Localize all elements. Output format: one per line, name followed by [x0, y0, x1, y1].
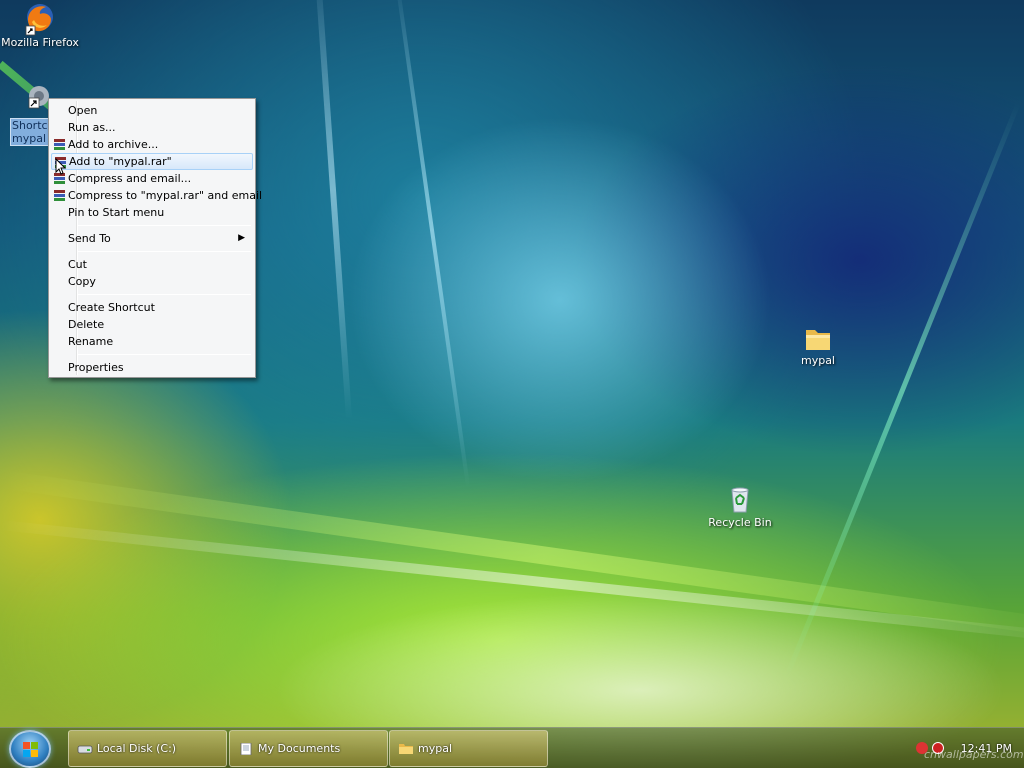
- mouse-cursor-icon: [55, 158, 67, 175]
- firefox-icon: [25, 4, 53, 36]
- menu-separator: [78, 294, 251, 295]
- wallpaper-streak: [313, 0, 353, 420]
- desktop-icon-label: Recycle Bin: [708, 516, 772, 529]
- menu-item-add-to-mypal-rar[interactable]: Add to "mypal.rar": [51, 153, 253, 170]
- menu-item-cut[interactable]: Cut: [51, 256, 253, 273]
- menu-item-label: Open: [68, 104, 98, 117]
- menu-item-add-to-archive[interactable]: Add to archive...: [51, 136, 253, 153]
- menu-item-rename[interactable]: Rename: [51, 333, 253, 350]
- taskbar-button-label: Local Disk (C:): [97, 742, 177, 755]
- menu-item-copy[interactable]: Copy: [51, 273, 253, 290]
- menu-item-label: Add to "mypal.rar": [69, 155, 172, 168]
- menu-item-label: Cut: [68, 258, 87, 271]
- start-button[interactable]: [9, 730, 51, 768]
- menu-separator: [78, 251, 251, 252]
- menu-item-delete[interactable]: Delete: [51, 316, 253, 333]
- menu-item-open[interactable]: Open: [51, 102, 253, 119]
- winrar-icon: [54, 139, 65, 150]
- drive-icon: [77, 745, 93, 754]
- taskbar-button-local-disk[interactable]: Local Disk (C:): [68, 730, 227, 767]
- menu-item-create-shortcut[interactable]: Create Shortcut: [51, 299, 253, 316]
- recycle-bin-icon: [731, 487, 749, 513]
- menu-item-send-to[interactable]: Send To ▶: [51, 230, 253, 247]
- wallpaper-streak: [393, 0, 471, 488]
- documents-icon: [240, 743, 252, 755]
- menu-item-pin-to-start-menu[interactable]: Pin to Start menu: [51, 204, 253, 221]
- menu-item-compress-and-email[interactable]: Compress and email...: [51, 170, 253, 187]
- taskbar: Local Disk (C:) My Documents mypal 12:41…: [0, 727, 1024, 768]
- menu-item-properties[interactable]: Properties: [51, 359, 253, 376]
- menu-item-label: Compress to "mypal.rar" and email: [68, 189, 263, 202]
- menu-item-label: Run as...: [68, 121, 116, 134]
- taskbar-button-my-documents[interactable]: My Documents: [229, 730, 388, 767]
- wallpaper-streak: [784, 101, 1021, 679]
- menu-item-label: Pin to Start menu: [68, 206, 165, 219]
- watermark: cnwallpapers.com: [924, 748, 1024, 761]
- menu-separator: [78, 354, 251, 355]
- windows-logo-icon: [23, 742, 38, 757]
- desktop-icon-recycle-bin[interactable]: Recycle Bin: [700, 484, 780, 529]
- menu-separator: [78, 225, 251, 226]
- menu-item-label: Properties: [68, 361, 124, 374]
- menu-item-label: Compress and email...: [68, 172, 192, 185]
- menu-item-compress-to-rar-and-email[interactable]: Compress to "mypal.rar" and email: [51, 187, 262, 204]
- context-menu: Open Run as... Add to archive... Add to …: [48, 98, 262, 378]
- menu-item-label: Rename: [68, 335, 114, 348]
- desktop-icon-label: mypal: [800, 354, 835, 367]
- menu-item-label: Delete: [68, 318, 105, 331]
- menu-item-label: Add to archive...: [68, 138, 159, 151]
- wallpaper-streak: [0, 520, 1024, 645]
- desktop-icon-mypal-folder[interactable]: mypal: [778, 324, 858, 367]
- menu-item-label: Copy: [68, 275, 96, 288]
- wallpaper-streak: [0, 470, 1024, 642]
- submenu-arrow-icon: ▶: [238, 233, 245, 243]
- winrar-icon: [54, 190, 65, 201]
- folder-icon: [806, 330, 830, 350]
- menu-item-label: Create Shortcut: [68, 301, 155, 314]
- shortcut-icon: [28, 86, 49, 109]
- desktop-icon-label: Mozilla Firefox: [1, 36, 79, 49]
- menu-item-run-as[interactable]: Run as...: [51, 119, 253, 136]
- menu-item-label: Send To: [68, 232, 111, 245]
- folder-icon: [399, 744, 413, 754]
- taskbar-button-mypal[interactable]: mypal: [389, 730, 548, 767]
- taskbar-button-label: mypal: [418, 742, 453, 755]
- desktop-icon-firefox[interactable]: Mozilla Firefox: [0, 2, 80, 49]
- taskbar-button-label: My Documents: [258, 742, 341, 755]
